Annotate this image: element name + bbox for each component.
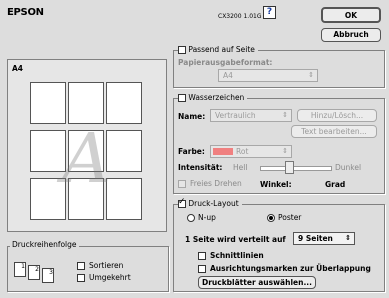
overlap-marks-checkbox[interactable] bbox=[198, 265, 206, 273]
poster-sheet bbox=[30, 82, 66, 124]
paper-output-label: Papierausgabeformat: bbox=[178, 58, 273, 67]
cut-lines-checkbox[interactable] bbox=[198, 252, 206, 260]
model-version: CX3200 1.01G bbox=[218, 13, 262, 20]
watermark-checkbox[interactable] bbox=[178, 94, 186, 102]
layout-checkbox[interactable] bbox=[178, 197, 186, 208]
split-pages-select[interactable]: 9 Seiten ⇕ bbox=[293, 232, 355, 245]
poster-sheet bbox=[106, 82, 142, 124]
overlap-marks-label: Ausrichtungsmarken zur Überlappung bbox=[210, 264, 371, 273]
select-sheets-button[interactable]: Druckblätter auswählen... bbox=[198, 276, 316, 289]
select-arrow-icon: ⇕ bbox=[282, 147, 288, 155]
nup-radio[interactable] bbox=[187, 214, 195, 222]
fit-page-header: Passend auf Seite bbox=[178, 45, 258, 54]
reverse-label: Umgekehrt bbox=[89, 273, 131, 282]
watermark-label: Wasserzeichen bbox=[188, 93, 245, 102]
poster-sheet bbox=[68, 82, 104, 124]
select-arrow-icon: ⇕ bbox=[308, 71, 314, 79]
intensity-dark-label: Dunkel bbox=[335, 163, 362, 172]
paper-output-select[interactable]: A4 ⇕ bbox=[218, 69, 318, 82]
select-arrow-icon: ⇕ bbox=[282, 111, 288, 119]
watermark-preview-letter: A bbox=[62, 120, 112, 199]
watermark-name-label: Name: bbox=[178, 112, 206, 121]
poster-label: Poster bbox=[278, 213, 302, 222]
fit-page-label: Passend auf Seite bbox=[188, 45, 255, 54]
print-order-title: Druckreihenfolge bbox=[10, 240, 79, 249]
epson-logo: EPSON bbox=[7, 7, 44, 18]
watermark-color-label: Farbe: bbox=[178, 147, 205, 156]
select-arrow-icon: ⇕ bbox=[345, 234, 351, 242]
edit-text-button[interactable]: Text bearbeiten... bbox=[291, 125, 377, 138]
split-label: 1 Seite wird verteilt auf bbox=[185, 235, 286, 244]
fit-page-checkbox[interactable] bbox=[178, 46, 186, 54]
ok-button[interactable]: OK bbox=[321, 7, 381, 23]
layout-header: Druck-Layout bbox=[178, 197, 242, 208]
sort-label: Sortieren bbox=[89, 261, 124, 270]
watermark-name-select[interactable]: Vertraulich ⇕ bbox=[210, 109, 292, 122]
cut-lines-label: Schnittlinien bbox=[210, 251, 264, 260]
page-icon: 3 bbox=[42, 268, 54, 283]
poster-radio[interactable] bbox=[267, 214, 275, 222]
degree-label: Grad bbox=[325, 180, 346, 189]
poster-sheet bbox=[106, 178, 142, 220]
sort-checkbox[interactable] bbox=[77, 262, 85, 270]
preview-paper-label: A4 bbox=[12, 64, 24, 73]
watermark-color-select[interactable]: Rot ⇕ bbox=[210, 145, 292, 158]
poster-sheet bbox=[30, 178, 66, 220]
intensity-slider-thumb[interactable] bbox=[285, 161, 294, 174]
help-button[interactable]: ? bbox=[263, 6, 276, 19]
free-rotate-label: Freies Drehen bbox=[190, 179, 242, 188]
page-icon: 2 bbox=[28, 265, 40, 280]
page-icon: 1 bbox=[14, 262, 26, 277]
nup-label: N-up bbox=[198, 213, 216, 222]
intensity-label: Intensität: bbox=[178, 163, 223, 172]
reverse-checkbox[interactable] bbox=[77, 274, 85, 282]
poster-sheet bbox=[30, 130, 66, 172]
intensity-light-label: Hell bbox=[233, 163, 248, 172]
color-swatch bbox=[213, 148, 233, 155]
add-delete-button[interactable]: Hinzu/Lösch... bbox=[297, 109, 377, 122]
free-rotate-checkbox[interactable] bbox=[178, 180, 186, 188]
poster-sheet bbox=[106, 130, 142, 172]
intensity-slider[interactable] bbox=[260, 166, 332, 171]
angle-label: Winkel: bbox=[260, 180, 292, 189]
cancel-button[interactable]: Abbruch bbox=[321, 28, 381, 42]
layout-label: Druck-Layout bbox=[188, 199, 239, 208]
watermark-header: Wasserzeichen bbox=[178, 93, 248, 102]
